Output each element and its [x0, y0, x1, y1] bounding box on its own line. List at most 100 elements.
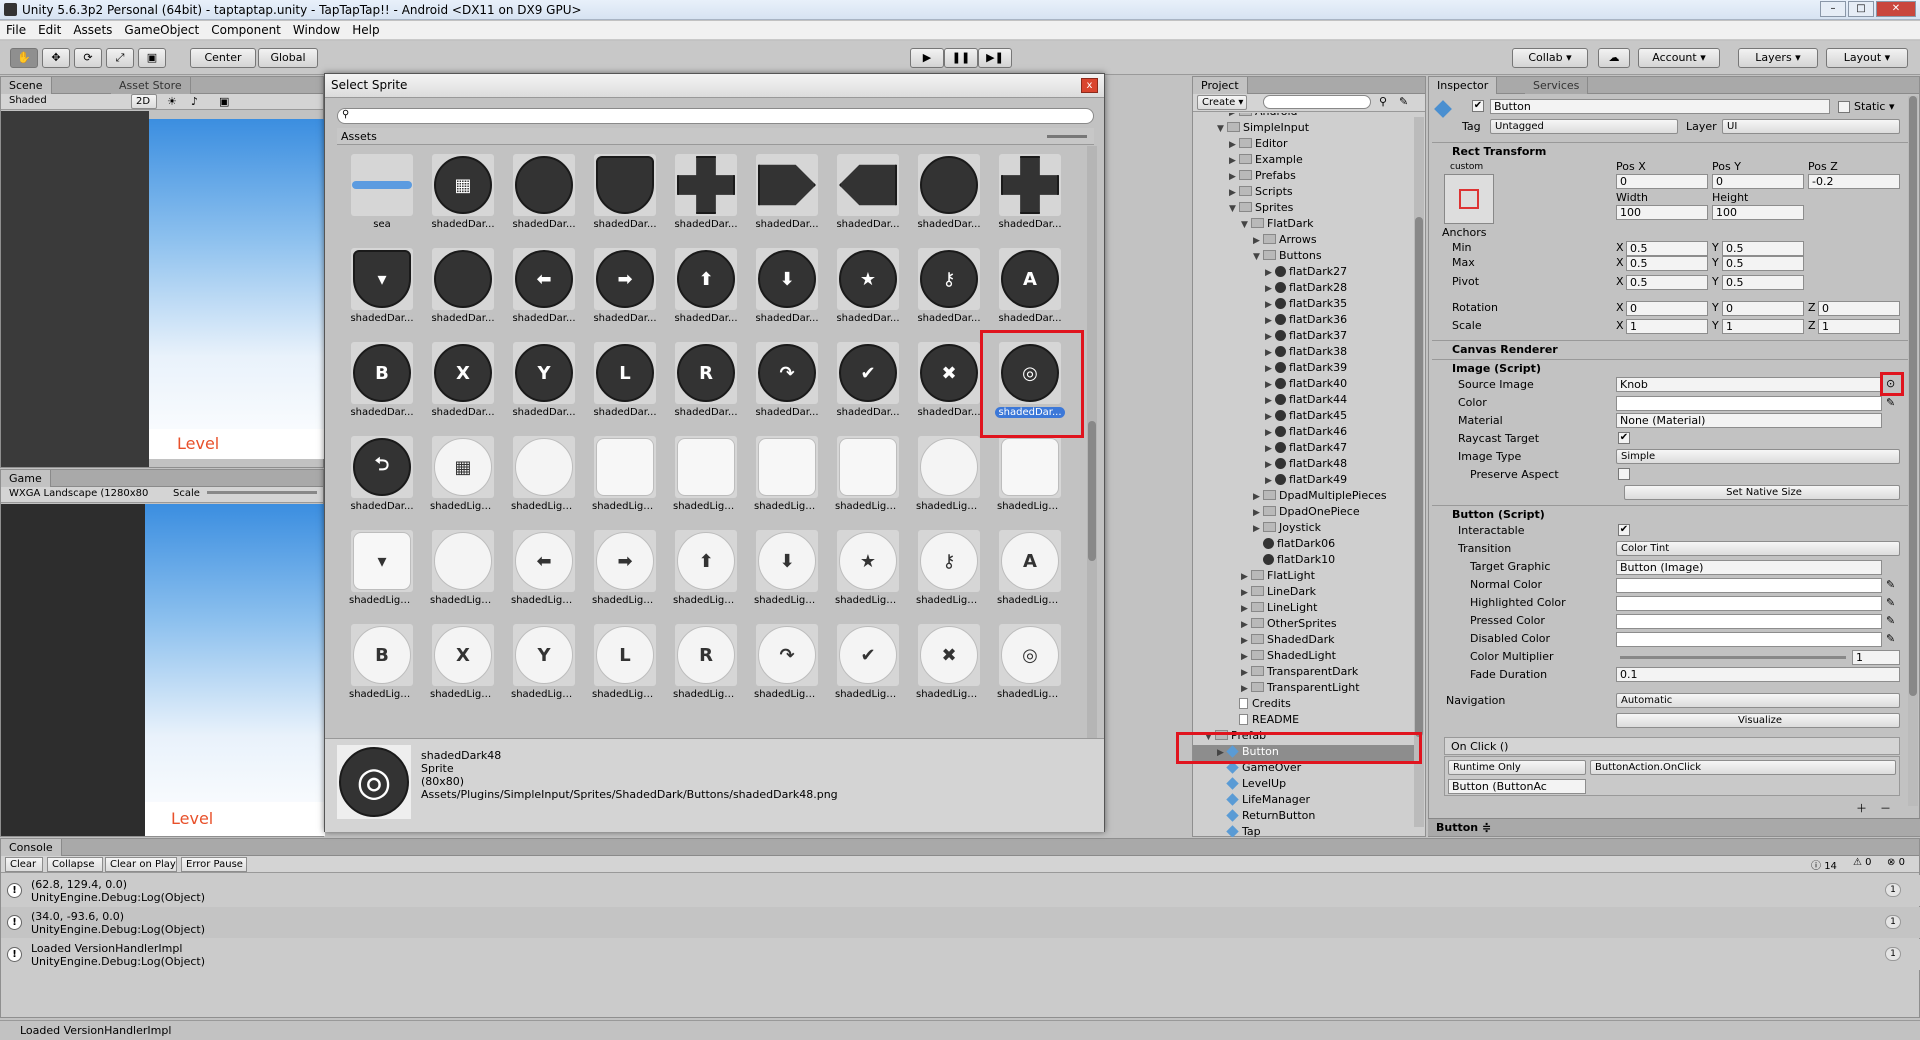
project-tree-item[interactable]: ▶ flatDark44 — [1193, 393, 1415, 409]
sprite-item[interactable]: ⬇ shadedDar... — [754, 248, 820, 334]
collapsed-arrow-icon[interactable]: ▶ — [1265, 332, 1275, 342]
error-pause-button[interactable]: Error Pause — [181, 857, 247, 872]
highlighted-color-swatch[interactable] — [1616, 596, 1882, 611]
project-tree-item[interactable]: README — [1193, 713, 1415, 729]
multiplier-field[interactable]: 1 — [1852, 650, 1900, 665]
eyedropper-icon[interactable]: ✎ — [1886, 396, 1895, 409]
step-button[interactable]: ▶❚ — [978, 48, 1012, 68]
project-tree-item[interactable]: ▶ DpadOnePiece — [1193, 505, 1415, 521]
collapsed-arrow-icon[interactable]: ▶ — [1241, 572, 1251, 582]
minimize-button[interactable]: – — [1820, 1, 1846, 17]
collapsed-arrow-icon[interactable]: ▶ — [1241, 636, 1251, 646]
hand-tool-icon[interactable]: ✋ — [10, 48, 38, 68]
sprite-item[interactable]: ★ shadedLigh... — [835, 530, 901, 616]
collapsed-arrow-icon[interactable]: ▶ — [1253, 236, 1263, 246]
project-tree-item[interactable]: ▶ ShadedLight — [1193, 649, 1415, 665]
project-tree-item[interactable]: ▶ Arrows — [1193, 233, 1415, 249]
project-tree-item[interactable]: ▶ Prefabs — [1193, 169, 1415, 185]
sprite-item[interactable]: ⬇ shadedLigh... — [754, 530, 820, 616]
image-type-dropdown[interactable]: Simple — [1616, 449, 1900, 464]
sprite-grid-scrollbar[interactable] — [1087, 146, 1097, 810]
pause-button[interactable]: ❚❚ — [944, 48, 978, 68]
project-tree-item[interactable]: flatDark10 — [1193, 553, 1415, 569]
thumbnail-size-slider[interactable] — [1047, 135, 1087, 138]
sprite-item[interactable]: ➡ shadedLigh... — [592, 530, 658, 616]
runtime-dropdown[interactable]: Runtime Only — [1448, 760, 1586, 775]
multiplier-slider[interactable] — [1620, 656, 1846, 659]
sprite-item[interactable]: XshadedLigh... — [430, 624, 496, 710]
sprite-item[interactable]: ➡ shadedDar... — [592, 248, 658, 334]
tag-dropdown[interactable]: Untagged — [1490, 119, 1678, 134]
handler-dropdown[interactable]: ButtonAction.OnClick — [1590, 760, 1896, 775]
image-script-header[interactable]: Image (Script) — [1432, 359, 1918, 377]
tab-game[interactable]: Game — [1, 470, 51, 487]
sprite-item[interactable]: AshadedDar... — [997, 248, 1063, 334]
collapsed-arrow-icon[interactable]: ▶ — [1229, 156, 1239, 166]
scale-x-field[interactable]: 1 — [1626, 319, 1708, 334]
audio-icon[interactable]: ♪ — [191, 95, 198, 108]
eyedropper-icon[interactable]: ✎ — [1886, 632, 1895, 645]
sprite-item[interactable]: XshadedDar... — [430, 342, 496, 428]
height-field[interactable]: 100 — [1712, 205, 1804, 220]
error-count[interactable]: ⊗ 0 — [1887, 857, 1905, 868]
sprite-item[interactable]: BshadedDar... — [349, 342, 415, 428]
expanded-arrow-icon[interactable]: ▼ — [1229, 204, 1239, 214]
sprite-item[interactable]: ⬆ shadedLigh... — [673, 530, 739, 616]
scale-y-field[interactable]: 1 — [1722, 319, 1804, 334]
menu-gameobject[interactable]: GameObject — [118, 21, 205, 37]
sprite-item[interactable]: YshadedDar... — [511, 342, 577, 428]
filter-type-icon[interactable]: ⚲ — [1379, 95, 1387, 108]
project-tree-item[interactable]: ▶ TransparentDark — [1193, 665, 1415, 681]
sprite-item[interactable]: shadedDar... — [997, 154, 1063, 240]
anchor-preset-icon[interactable] — [1444, 174, 1494, 224]
dialog-close-button[interactable]: x — [1081, 78, 1098, 93]
posy-field[interactable]: 0 — [1712, 174, 1804, 189]
sprite-item[interactable]: shadedDar... — [673, 154, 739, 240]
menu-assets[interactable]: Assets — [67, 21, 118, 37]
remove-event-icon[interactable]: － — [1880, 800, 1891, 816]
scale-z-field[interactable]: 1 — [1818, 319, 1900, 334]
collapsed-arrow-icon[interactable]: ▶ — [1265, 476, 1275, 486]
project-tree-item[interactable]: ▶ flatDark36 — [1193, 313, 1415, 329]
sprite-item[interactable]: RshadedDar... — [673, 342, 739, 428]
transition-dropdown[interactable]: Color Tint — [1616, 541, 1900, 556]
color-swatch[interactable] — [1616, 396, 1882, 411]
eyedropper-icon[interactable]: ✎ — [1886, 596, 1895, 609]
sprite-item[interactable]: shadedDar... — [592, 154, 658, 240]
filter-label-icon[interactable]: ✎ — [1399, 95, 1408, 108]
sprite-item[interactable]: ✖ shadedDar... — [916, 342, 982, 428]
sprite-item[interactable]: BshadedLigh... — [349, 624, 415, 710]
project-tree-item[interactable]: ▶ LineDark — [1193, 585, 1415, 601]
menu-window[interactable]: Window — [287, 21, 346, 37]
sprite-item[interactable]: ✔ shadedLigh... — [835, 624, 901, 710]
collapsed-arrow-icon[interactable]: ▶ — [1265, 300, 1275, 310]
anchor-min-x-field[interactable]: 0.5 — [1626, 241, 1708, 256]
rotation-z-field[interactable]: 0 — [1818, 301, 1900, 316]
collapsed-arrow-icon[interactable]: ▶ — [1253, 492, 1263, 502]
source-image-field[interactable]: Knob — [1616, 377, 1882, 392]
log-count[interactable]: ⓘ 14 — [1811, 857, 1837, 872]
sprite-item[interactable]: shadedLigh... — [916, 436, 982, 522]
rotation-x-field[interactable]: 0 — [1626, 301, 1708, 316]
button-script-header[interactable]: Button (Script) — [1432, 505, 1918, 523]
project-tree-item[interactable]: ▶ flatDark49 — [1193, 473, 1415, 489]
assets-tab[interactable]: Assets — [341, 130, 377, 143]
layers-button[interactable]: Layers ▾ — [1738, 48, 1818, 68]
sprite-item[interactable]: shadedLigh... — [997, 436, 1063, 522]
sprite-item[interactable]: shadedDar... — [835, 154, 901, 240]
sprite-item[interactable]: RshadedLigh... — [673, 624, 739, 710]
collapsed-arrow-icon[interactable]: ▶ — [1265, 460, 1275, 470]
add-event-icon[interactable]: ＋ — [1856, 800, 1867, 816]
collapsed-arrow-icon[interactable]: ▶ — [1265, 412, 1275, 422]
collapsed-arrow-icon[interactable]: ▶ — [1265, 348, 1275, 358]
collapsed-arrow-icon[interactable]: ▶ — [1229, 188, 1239, 198]
collapsed-arrow-icon[interactable]: ▶ — [1265, 284, 1275, 294]
tab-console[interactable]: Console — [1, 839, 62, 856]
collapsed-arrow-icon[interactable]: ▶ — [1241, 668, 1251, 678]
posz-field[interactable]: -0.2 — [1808, 174, 1900, 189]
create-dropdown[interactable]: Create ▾ — [1197, 95, 1247, 110]
sprite-item[interactable]: shadedLigh... — [835, 436, 901, 522]
console-log-row[interactable]: ! (34.0, -93.6, 0.0) UnityEngine.Debug:L… — [1, 907, 1920, 938]
visualize-button[interactable]: Visualize — [1616, 713, 1900, 728]
posx-field[interactable]: 0 — [1616, 174, 1708, 189]
